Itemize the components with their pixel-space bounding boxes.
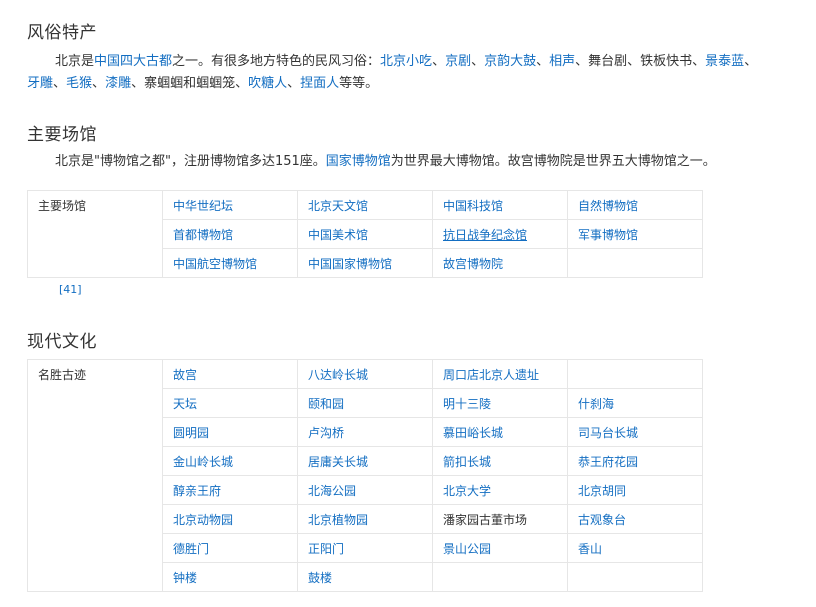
table-cell[interactable]: 箭扣长城: [432, 446, 568, 476]
table-cell[interactable]: 明十三陵: [432, 388, 568, 418]
inline-link[interactable]: 国家博物馆: [326, 154, 391, 169]
inline-text: 北京是: [55, 54, 95, 69]
table-cell[interactable]: 中国科技馆: [432, 190, 568, 220]
inline-link[interactable]: 捏面人: [300, 76, 339, 91]
table-cell[interactable]: 自然博物馆: [567, 190, 703, 220]
table-cell[interactable]: 中华世纪坛: [162, 190, 298, 220]
table-cell[interactable]: 故宫博物院: [432, 248, 568, 278]
table-cell[interactable]: 恭王府花园: [567, 446, 703, 476]
inline-text: 北京是"博物馆之都"，注册博物馆多达151座。: [55, 154, 326, 169]
table-cell[interactable]: 卢沟桥: [297, 417, 433, 447]
inline-link[interactable]: 京韵大鼓: [484, 54, 536, 69]
table-cell: [567, 562, 703, 592]
section-heading-venues: 主要场馆: [27, 125, 97, 145]
table-row: 名胜古迹 故宫 八达岭长城 周口店北京人遗址: [27, 359, 703, 592]
inline-link[interactable]: 漆雕: [105, 76, 131, 91]
table-cell[interactable]: 军事博物馆: [567, 219, 703, 249]
table-cell[interactable]: 北京植物园: [297, 504, 433, 534]
venues-table: 主要场馆 中华世纪坛 北京天文馆 中国科技馆 自然博物馆 首都博物馆 中国美术馆 抗日战争纪念…: [27, 190, 703, 278]
inline-text: 、寨蝈蝈和蝈蝈笼、: [131, 76, 249, 91]
table-row: 主要场馆 中华世纪坛 北京天文馆 中国科技馆 自然博物馆: [27, 190, 703, 278]
table-cell[interactable]: 颐和园: [297, 388, 433, 418]
inline-text: 、: [92, 76, 106, 91]
table-cell[interactable]: 北海公园: [297, 475, 433, 505]
table-cell[interactable]: 北京大学: [432, 475, 568, 505]
table-cell[interactable]: 首都博物馆: [162, 219, 298, 249]
table-cell[interactable]: 香山: [567, 533, 703, 563]
table-cell[interactable]: 正阳门: [297, 533, 433, 563]
inline-text: 、: [53, 76, 67, 91]
landmarks-table: 名胜古迹 故宫 八达岭长城 周口店北京人遗址 天坛 颐和园 明十三陵 什刹海 圆明园 卢沟桥 慕田峪…: [27, 359, 703, 592]
inline-text: 、: [432, 54, 446, 69]
inline-link[interactable]: 牙雕: [27, 76, 53, 91]
table-cell[interactable]: 慕田峪长城: [432, 417, 568, 447]
table-cell[interactable]: 居庸关长城: [297, 446, 433, 476]
table-cell: [432, 562, 568, 592]
table-cell[interactable]: 中国航空博物馆: [162, 248, 298, 278]
table-cell[interactable]: 什刹海: [567, 388, 703, 418]
table-cell[interactable]: 北京动物园: [162, 504, 298, 534]
table-cell[interactable]: 潘家园古董市场: [432, 504, 568, 534]
table-cell[interactable]: 八达岭长城: [297, 359, 433, 389]
table-row-label: 名胜古迹: [27, 359, 163, 592]
inline-link[interactable]: 北京小吃: [380, 54, 432, 69]
table-cell[interactable]: 抗日战争纪念馆: [432, 219, 568, 249]
inline-link[interactable]: 毛猴: [66, 76, 92, 91]
table-cell[interactable]: 北京天文馆: [297, 190, 433, 220]
inline-link[interactable]: 中国四大古都: [94, 54, 172, 69]
inline-link[interactable]: 相声: [549, 54, 575, 69]
table-cell[interactable]: 德胜门: [162, 533, 298, 563]
inline-text: 、舞台剧、铁板快书、: [575, 54, 706, 69]
table-cell[interactable]: 中国国家博物馆: [297, 248, 433, 278]
inline-text: 、: [744, 54, 758, 69]
table-row-label: 主要场馆: [27, 190, 163, 278]
table-cell[interactable]: 北京胡同: [567, 475, 703, 505]
inline-link[interactable]: 景泰蓝: [705, 54, 744, 69]
table-cell: [567, 248, 703, 278]
table-cell[interactable]: 司马台长城: [567, 417, 703, 447]
table-cell[interactable]: 醇亲王府: [162, 475, 298, 505]
table-cell[interactable]: 故宫: [162, 359, 298, 389]
inline-text: 之一。有很多地方特色的民风习俗：: [172, 54, 381, 69]
inline-link[interactable]: 京剧: [445, 54, 471, 69]
customs-paragraph: 北京是中国四大古都之一。有很多地方特色的民风习俗：北京小吃、京剧、京韵大鼓、相声…: [27, 51, 807, 95]
table-cell[interactable]: 金山岭长城: [162, 446, 298, 476]
cell-link[interactable]: 抗日战争纪念馆: [443, 228, 527, 242]
table-cell[interactable]: 中国美术馆: [297, 219, 433, 249]
section-heading-customs: 风俗特产: [27, 23, 97, 43]
inline-link[interactable]: 吹糖人: [248, 76, 287, 91]
inline-text: 、: [471, 54, 485, 69]
inline-text: 、: [536, 54, 550, 69]
section-heading-modern-culture: 现代文化: [27, 332, 97, 352]
table-cell[interactable]: 鼓楼: [297, 562, 433, 592]
table-cell[interactable]: 钟楼: [162, 562, 298, 592]
table-cell[interactable]: 景山公园: [432, 533, 568, 563]
inline-text: 、: [287, 76, 301, 91]
inline-text: 为世界最大博物馆。故宫博物院是世界五大博物馆之一。: [390, 154, 716, 169]
table-cell[interactable]: 天坛: [162, 388, 298, 418]
table-cell[interactable]: 古观象台: [567, 504, 703, 534]
venues-paragraph: 北京是"博物馆之都"，注册博物馆多达151座。国家博物馆为世界最大博物馆。故宫博…: [27, 151, 807, 173]
reference-link[interactable]: [41]: [59, 283, 82, 296]
table-cell[interactable]: 圆明园: [162, 417, 298, 447]
table-cell[interactable]: 周口店北京人遗址: [432, 359, 568, 389]
table-cell: [567, 359, 703, 389]
inline-text: 等等。: [339, 76, 379, 91]
